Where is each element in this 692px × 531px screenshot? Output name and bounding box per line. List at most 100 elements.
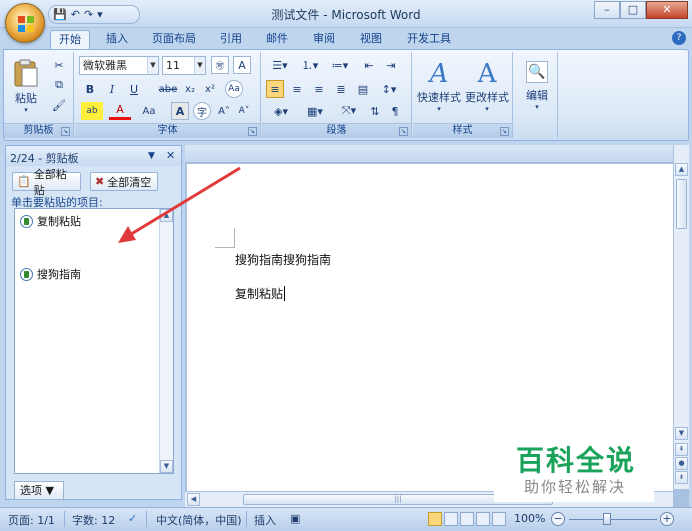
align-right-icon[interactable]: ≡ [310,80,328,98]
bold-button[interactable]: B [81,80,99,98]
page-indicator[interactable]: 页面: 1/1 [8,512,55,528]
multilevel-list-icon[interactable]: ≔▾ [326,56,354,74]
tab-view[interactable]: 视图 [354,30,388,49]
draft-view-button[interactable] [492,512,506,526]
tab-review[interactable]: 审阅 [307,30,341,49]
scroll-left-icon[interactable]: ◀ [187,493,200,506]
tab-insert[interactable]: 插入 [100,30,134,49]
next-page-icon[interactable]: ⇟ [675,471,688,484]
print-layout-view-button[interactable] [428,512,442,526]
format-painter-icon[interactable]: 🖌 [50,96,68,114]
font-size-combo[interactable]: 11 ▼ [162,56,206,75]
change-styles-button[interactable]: A 更改样式 ▾ [463,54,511,118]
underline-button[interactable]: U [125,80,143,98]
clear-format-icon[interactable]: Aa [225,80,243,98]
close-button[interactable]: ✕ [646,1,688,19]
office-button[interactable] [5,3,45,43]
chevron-down-icon: ▾ [437,105,441,113]
distribute-icon[interactable]: ▤ [354,80,372,98]
shrink-font-button[interactable]: A˅ [235,102,253,120]
chinese-layout-icon[interactable]: ⤧▾ [334,102,364,120]
document-line-current[interactable]: 复制粘贴 [235,285,286,302]
bullets-icon[interactable]: ☰▾ [266,56,294,74]
italic-button[interactable]: I [103,80,121,98]
pane-close-icon[interactable]: ✕ [166,149,175,162]
subscript-button[interactable]: x₂ [181,80,199,98]
enclose-char-icon[interactable]: 字 [193,102,211,120]
minimize-button[interactable]: – [594,1,620,19]
clipboard-launcher-icon[interactable]: ↘ [61,127,70,136]
zoom-in-button[interactable]: + [660,512,674,526]
prev-page-icon[interactable]: ⇞ [675,443,688,456]
grow-font-button[interactable]: A˄ [215,102,233,120]
scroll-up-icon[interactable]: ▲ [675,163,688,176]
align-left-icon[interactable]: ≡ [266,80,284,98]
tab-page-layout[interactable]: 页面布局 [146,30,202,49]
strikethrough-button[interactable]: abe [157,80,179,98]
superscript-button[interactable]: x² [201,80,219,98]
phonetic-guide-icon[interactable]: ㊢ [211,56,229,74]
paragraph-launcher-icon[interactable]: ↘ [399,127,408,136]
editing-button[interactable]: 🔍 编辑 ▾ [519,54,555,118]
clip-item[interactable]: 复制粘贴 [20,213,81,229]
justify-icon[interactable]: ≣ [332,80,350,98]
line-spacing-icon[interactable]: ↕▾ [376,80,402,98]
clip-item-icon [20,267,33,281]
increase-indent-icon[interactable]: ⇥ [382,56,400,74]
show-marks-icon[interactable]: ¶ [386,102,404,120]
word-count[interactable]: 字数: 12 [72,512,115,528]
char-shading-icon[interactable]: A [171,102,189,120]
change-case-button[interactable]: Aa [137,102,161,120]
paste-button[interactable]: 粘贴 ▾ [12,56,40,116]
tab-mailings[interactable]: 邮件 [260,30,294,49]
outline-view-button[interactable] [476,512,490,526]
numbering-icon[interactable]: ⒈▾ [296,56,324,74]
tab-developer[interactable]: 开发工具 [400,30,458,49]
copy-icon[interactable]: ⧉ [50,76,68,94]
help-icon[interactable]: ? [672,31,686,45]
tab-references[interactable]: 引用 [214,30,248,49]
document-vertical-scrollbar[interactable]: ▲ ▼ ⇞ ● ⇟ [673,145,689,489]
maximize-button[interactable]: □ [620,1,646,19]
align-center-icon[interactable]: ≡ [288,80,306,98]
scroll-down-icon[interactable]: ▼ [160,460,173,473]
highlight-icon[interactable]: ab [81,102,103,120]
cut-icon[interactable]: ✂ [50,56,68,74]
clip-list-scrollbar[interactable]: ▲ ▼ [159,209,173,473]
tab-home[interactable]: 开始 [50,30,90,49]
char-border-icon[interactable]: A [233,56,251,74]
full-screen-view-button[interactable] [444,512,458,526]
decrease-indent-icon[interactable]: ⇤ [360,56,378,74]
scroll-down-icon[interactable]: ▼ [675,427,688,440]
zoom-slider-knob[interactable] [603,513,611,525]
sort-icon[interactable]: ⇅ [366,102,384,120]
language-indicator[interactable]: 中文(简体，中国) [156,512,242,528]
paste-label: 粘贴 [15,92,37,105]
document-line[interactable]: 搜狗指南搜狗指南 [235,251,331,268]
font-color-button[interactable]: A [109,102,131,120]
zoom-out-button[interactable]: − [551,512,565,526]
quick-styles-button[interactable]: A 快速样式 ▾ [415,54,463,118]
title-bar: 💾 ↶ ↷ ▾ 测试文件 - Microsoft Word – □ ✕ [0,0,692,28]
pane-menu-icon[interactable]: ▼ [148,151,155,161]
macro-record-icon[interactable]: ▣ [290,512,300,525]
options-button[interactable]: 选项 ▼ [14,481,64,500]
borders-icon[interactable]: ▦▾ [300,102,330,120]
browse-object-icon[interactable]: ● [675,457,688,470]
proofing-icon[interactable]: ✓ [128,512,137,525]
font-name-combo[interactable]: 微软雅黑 ▼ [79,56,159,75]
insert-mode-indicator[interactable]: 插入 [254,512,276,528]
web-layout-view-button[interactable] [460,512,474,526]
vertical-scroll-thumb[interactable] [676,179,687,229]
font-name-value: 微软雅黑 [83,59,127,72]
scroll-up-icon[interactable]: ▲ [160,209,173,222]
zoom-level[interactable]: 100% [514,512,545,525]
zoom-slider-track[interactable] [569,519,657,520]
styles-launcher-icon[interactable]: ↘ [500,127,509,136]
shading-icon[interactable]: ◈▾ [266,102,296,120]
clip-item[interactable]: 搜狗指南 [20,266,81,282]
paste-all-button[interactable]: 📋 全部粘贴 [12,168,81,197]
chevron-down-icon: ▼ [147,57,158,74]
font-launcher-icon[interactable]: ↘ [248,127,257,136]
clear-all-button[interactable]: ✖ 全部清空 [90,172,158,191]
